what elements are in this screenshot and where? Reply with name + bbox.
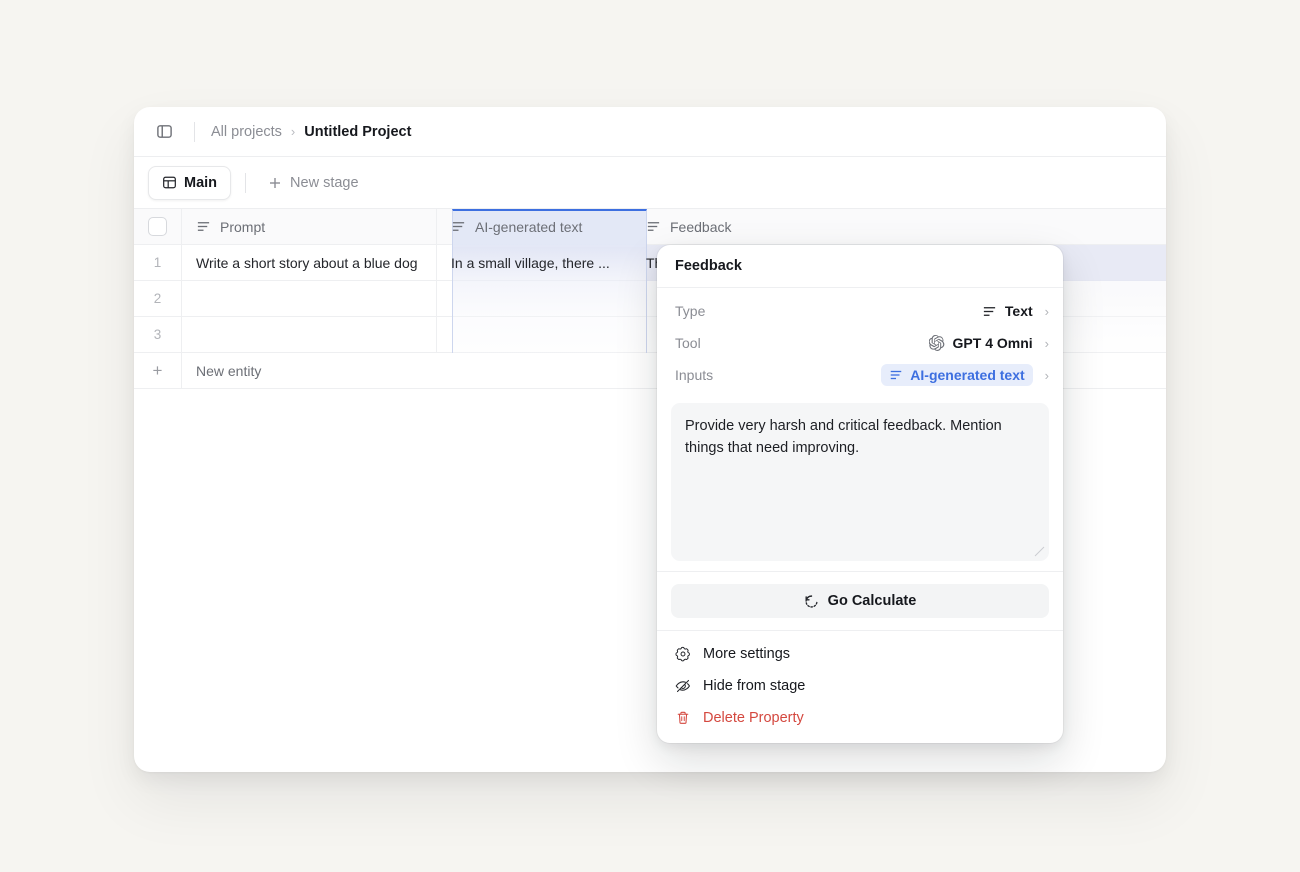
column-header-label: AI-generated text	[475, 218, 583, 235]
property-settings-popup: Feedback Type Text › Tool GPT 4 Omni › I…	[657, 245, 1063, 743]
menu-item-more-settings[interactable]: More settings	[657, 638, 1063, 670]
cell-prompt[interactable]: Write a short story about a blue dog	[182, 245, 437, 280]
column-header-ai-generated-text[interactable]: AI-generated text	[437, 209, 632, 244]
cell-ai-generated-text[interactable]: In a small village, there ...	[437, 245, 632, 280]
menu-item-label: More settings	[703, 646, 791, 662]
column-header-prompt[interactable]: Prompt	[182, 209, 437, 244]
menu-item-label: Hide from stage	[703, 678, 806, 694]
text-lines-icon	[451, 219, 466, 234]
chevron-right-icon: ›	[1044, 367, 1049, 383]
property-list: Type Text › Tool GPT 4 Omni › Inputs AI-…	[657, 288, 1063, 395]
menu-item-label: Delete Property	[703, 710, 804, 726]
text-lines-icon	[196, 219, 211, 234]
row-number: 3	[153, 327, 162, 342]
eye-off-icon	[675, 678, 691, 694]
cell-prompt[interactable]	[182, 317, 437, 352]
sidebar-toggle-button[interactable]	[150, 118, 178, 146]
column-header-label: Feedback	[670, 218, 732, 235]
gear-icon	[675, 646, 691, 662]
table-header-row: Prompt AI-generated text Feedback	[134, 209, 1166, 245]
resize-handle[interactable]	[1034, 546, 1045, 557]
input-property-badge[interactable]: AI-generated text	[881, 364, 1033, 386]
plus-icon	[268, 176, 282, 190]
stage-bar: Main New stage	[134, 157, 1166, 209]
go-calculate-button[interactable]: Go Calculate	[671, 584, 1049, 618]
chevron-right-icon: ›	[1044, 303, 1049, 319]
plus-icon: +	[152, 361, 163, 380]
refresh-icon	[804, 594, 819, 609]
property-value: Text	[982, 303, 1033, 319]
column-header-label: Prompt	[220, 218, 266, 235]
row-number-cell: 2	[134, 281, 182, 316]
row-number: 2	[153, 291, 162, 306]
property-value: GPT 4 Omni	[928, 335, 1033, 351]
select-all-cell	[134, 209, 182, 244]
calculate-section: Go Calculate	[657, 571, 1063, 630]
cell-value: Write a short story about a blue dog	[196, 254, 418, 271]
cell-ai-generated-text[interactable]	[437, 281, 632, 316]
breadcrumb-all-projects[interactable]: All projects	[211, 124, 282, 140]
menu-item-hide-from-stage[interactable]: Hide from stage	[657, 670, 1063, 702]
row-number-cell: 3	[134, 317, 182, 352]
panel-toggle-icon	[156, 123, 173, 140]
openai-icon	[928, 335, 945, 351]
new-entity-label-cell[interactable]: New entity	[182, 353, 437, 388]
cell-prompt[interactable]	[182, 281, 437, 316]
breadcrumb-current-project[interactable]: Untitled Project	[304, 124, 411, 140]
toolbar-divider	[194, 121, 195, 142]
popup-menu: More settings Hide from stage Delete Pro…	[657, 630, 1063, 743]
property-label: Inputs	[675, 367, 714, 383]
stage-divider	[245, 172, 247, 193]
prompt-textarea[interactable]: Provide very harsh and critical feedback…	[671, 403, 1049, 561]
cell-value: In a small village, there ...	[451, 254, 610, 271]
new-stage-label: New stage	[290, 174, 359, 191]
new-stage-button[interactable]: New stage	[260, 167, 367, 199]
text-lines-icon	[889, 368, 903, 382]
stage-tab-main[interactable]: Main	[148, 165, 232, 200]
select-all-checkbox[interactable]	[148, 217, 167, 236]
property-value-label: Text	[1004, 303, 1033, 319]
column-header-feedback[interactable]: Feedback	[632, 209, 1166, 244]
property-row-tool[interactable]: Tool GPT 4 Omni ›	[657, 327, 1063, 359]
new-entity-label: New entity	[196, 362, 262, 379]
go-calculate-label: Go Calculate	[827, 593, 917, 609]
stage-tab-label: Main	[184, 174, 218, 191]
cell-ai-generated-text[interactable]	[437, 317, 632, 352]
property-row-inputs[interactable]: Inputs AI-generated text ›	[657, 359, 1063, 391]
row-number-cell: 1	[134, 245, 182, 280]
menu-item-delete-property[interactable]: Delete Property	[657, 702, 1063, 734]
property-row-type[interactable]: Type Text ›	[657, 295, 1063, 327]
table-icon	[162, 175, 177, 190]
text-lines-icon	[982, 304, 997, 319]
property-value-label: GPT 4 Omni	[952, 335, 1033, 351]
property-label: Type	[675, 303, 706, 319]
chevron-right-icon: ›	[1044, 335, 1049, 351]
trash-icon	[675, 710, 691, 726]
text-lines-icon	[646, 219, 661, 234]
badge-label: AI-generated text	[910, 367, 1025, 383]
row-number: 1	[153, 255, 162, 270]
prompt-text: Provide very harsh and critical feedback…	[685, 418, 1002, 456]
new-entity-plus-cell[interactable]: +	[134, 353, 182, 388]
breadcrumb-separator: ›	[290, 124, 296, 139]
popup-title: Feedback	[657, 245, 1063, 288]
top-bar: All projects › Untitled Project	[134, 107, 1166, 157]
property-label: Tool	[675, 335, 701, 351]
